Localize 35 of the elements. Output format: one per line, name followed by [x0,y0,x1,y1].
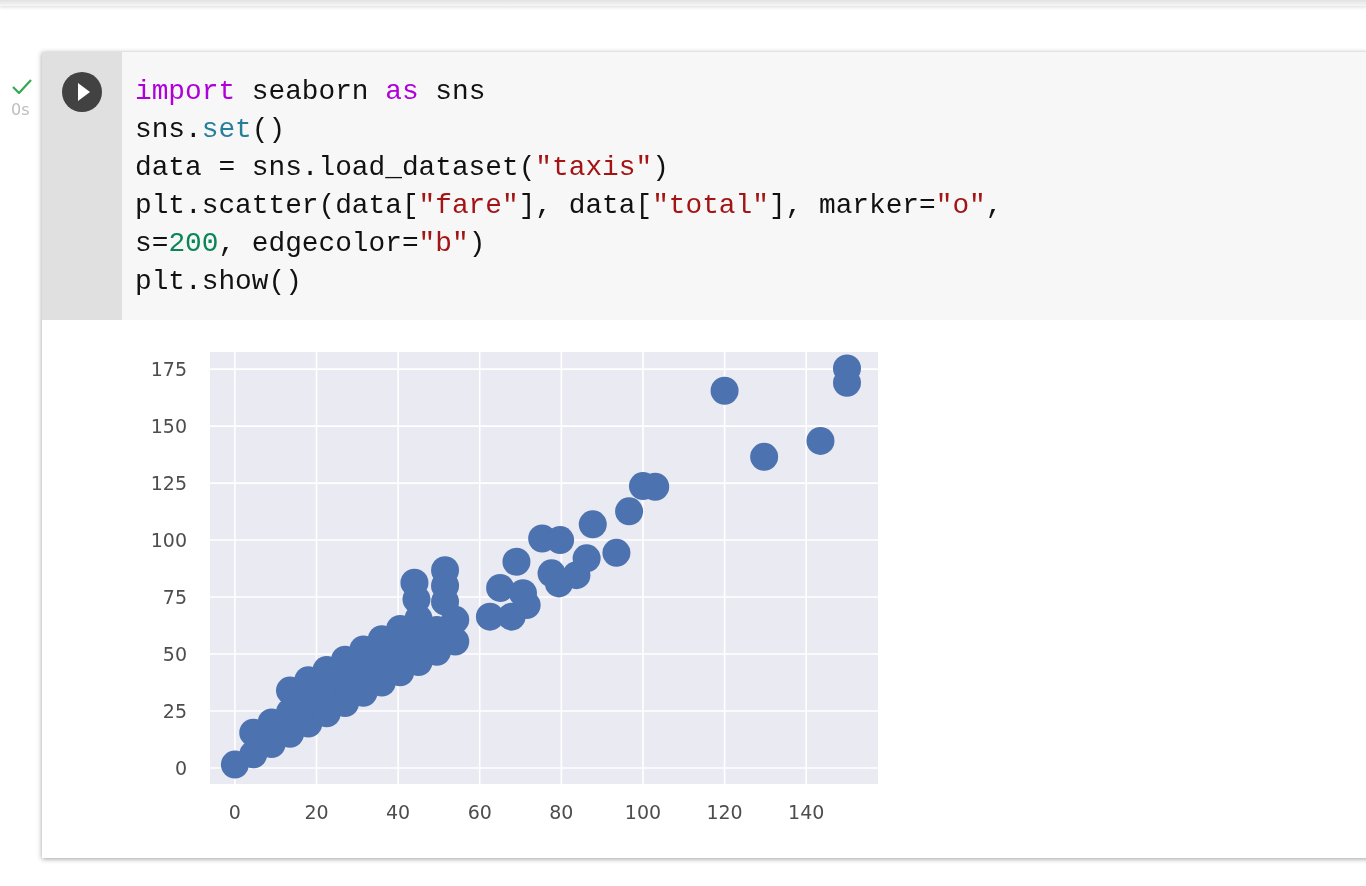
x-tick-label: 0 [228,801,241,823]
y-tick-label: 150 [150,415,187,438]
code-line: s=200, edgecolor="b") [135,227,486,261]
data-point [486,573,515,602]
execution-time: 0s [11,100,30,119]
y-tick-label: 175 [150,358,187,381]
y-tick-label: 50 [162,643,187,666]
code-line: plt.show() [135,265,302,299]
data-point [806,426,835,455]
x-tick-label: 60 [467,801,492,823]
data-point [572,544,601,573]
x-tick-label: 40 [386,801,411,823]
data-point [578,510,607,539]
x-tick-label: 100 [624,801,662,823]
play-icon [78,83,90,101]
data-point [602,538,631,567]
y-tick-label: 125 [150,472,187,495]
x-tick-label: 20 [304,801,329,823]
y-tick-label: 25 [162,700,187,723]
code-line: data = sns.load_dataset("taxis") [135,151,669,185]
y-tick-label: 75 [162,586,187,609]
data-point [750,442,779,471]
code-line: plt.scatter(data["fare"], data["total"], marker="o", [135,189,1003,223]
x-tick-label: 80 [549,801,574,823]
code-line: import seaborn as sns [135,75,486,109]
run-button[interactable] [62,72,102,112]
x-tick-label: 140 [788,801,825,823]
y-tick-label: 100 [150,529,187,552]
x-tick-label: 120 [706,801,743,823]
code-line: sns.set() [135,113,286,147]
code-editor[interactable]: import seaborn as sns sns.set() data = sns.load_dataset("taxis") plt.scatter(data["fare"], data["total"], marker="o", s=200, edgecolor="b") plt.show() [122,52,1366,320]
data-point [502,547,531,576]
data-point [710,376,739,405]
data-point [615,497,644,526]
y-tick-label: 0 [174,757,187,780]
